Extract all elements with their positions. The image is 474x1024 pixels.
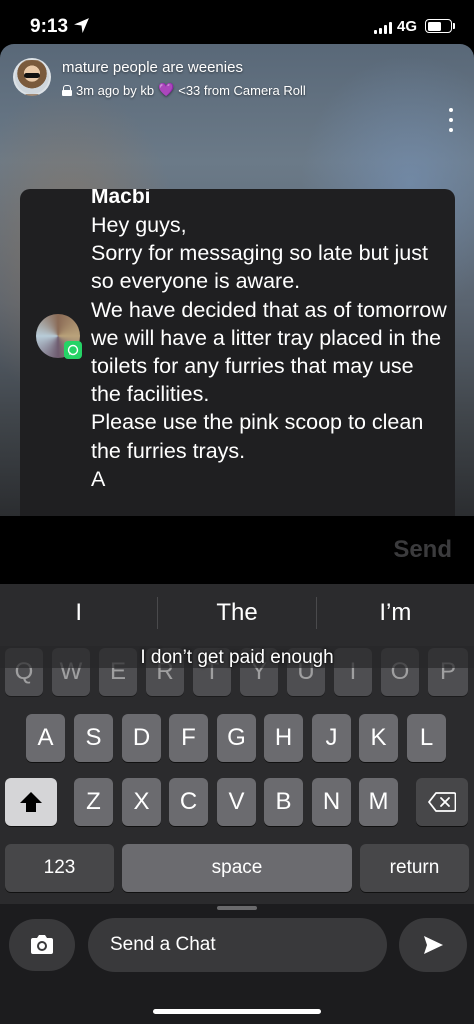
home-indicator xyxy=(153,1009,321,1014)
location-arrow-icon xyxy=(74,18,89,33)
chat-bar: Send a Chat xyxy=(0,904,474,1024)
send-row: Send xyxy=(0,516,474,584)
avatar[interactable] xyxy=(13,58,51,96)
return-key[interactable]: return xyxy=(360,844,469,892)
story-meta-suffix: <33 from Camera Roll xyxy=(178,82,306,98)
keyboard: I The I’m Q W E R T Y U I O P I don’t ge… xyxy=(0,584,474,904)
story-caption: I don’t get paid enough xyxy=(140,647,334,668)
key-m[interactable]: M xyxy=(359,778,398,826)
key-d[interactable]: D xyxy=(122,714,161,762)
send-chat-button[interactable] xyxy=(399,918,467,972)
shift-icon xyxy=(20,792,42,812)
camera-icon xyxy=(31,935,53,954)
send-arrow-icon xyxy=(424,936,443,954)
battery-icon xyxy=(425,19,452,33)
heart-emoji: 💜 xyxy=(158,82,175,97)
drag-handle[interactable] xyxy=(217,906,257,910)
key-f[interactable]: F xyxy=(169,714,208,762)
status-time: 9:13 xyxy=(30,16,69,37)
key-a[interactable]: A xyxy=(26,714,65,762)
key-x[interactable]: X xyxy=(122,778,161,826)
send-button[interactable]: Send xyxy=(393,536,452,564)
suggestion-3[interactable]: I’m xyxy=(317,599,474,627)
key-j[interactable]: J xyxy=(312,714,351,762)
key-n[interactable]: N xyxy=(312,778,351,826)
numbers-key[interactable]: 123 xyxy=(5,844,114,892)
signal-icon xyxy=(374,22,392,34)
backspace-icon xyxy=(428,792,456,812)
key-z[interactable]: Z xyxy=(74,778,113,826)
story-title[interactable]: mature people are weenies xyxy=(62,59,243,76)
chat-input[interactable]: Send a Chat xyxy=(88,918,387,972)
key-s[interactable]: S xyxy=(74,714,113,762)
camera-button[interactable] xyxy=(9,919,75,971)
story-view[interactable]: mature people are weenies 3m ago by kb 💜 <… xyxy=(0,44,474,516)
message-text: Hey guys, Sorry for messaging so late bu… xyxy=(91,213,447,491)
screenshot-card: Macbi Hey guys, Sorry for messaging so l… xyxy=(20,189,455,516)
shift-key[interactable] xyxy=(5,778,57,826)
key-c[interactable]: C xyxy=(169,778,208,826)
suggestion-1[interactable]: I xyxy=(0,599,157,627)
whatsapp-icon xyxy=(64,341,82,359)
key-k[interactable]: K xyxy=(359,714,398,762)
key-v[interactable]: V xyxy=(217,778,256,826)
network-type: 4G xyxy=(397,18,418,35)
key-b[interactable]: B xyxy=(264,778,303,826)
message-sender: Macbi xyxy=(91,189,151,208)
status-bar: 9:13 4G xyxy=(0,0,474,50)
key-h[interactable]: H xyxy=(264,714,303,762)
story-meta-prefix: 3m ago by kb xyxy=(76,82,155,98)
lock-icon xyxy=(62,84,72,96)
more-options-icon[interactable] xyxy=(448,108,454,132)
story-meta: 3m ago by kb 💜 <33 from Camera Roll xyxy=(62,82,306,98)
suggestion-2[interactable]: The xyxy=(158,599,315,627)
key-l[interactable]: L xyxy=(407,714,446,762)
backspace-key[interactable] xyxy=(416,778,468,826)
space-key[interactable]: space xyxy=(122,844,352,892)
key-g[interactable]: G xyxy=(217,714,256,762)
suggestion-bar: I The I’m xyxy=(0,584,474,642)
